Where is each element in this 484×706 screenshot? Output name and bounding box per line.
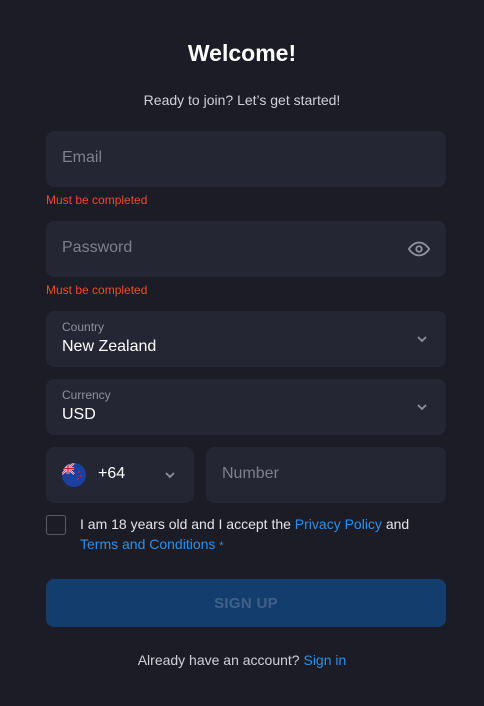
- currency-value: USD: [62, 406, 96, 423]
- terms-and-conditions-link[interactable]: Terms and Conditions: [80, 536, 215, 552]
- terms-checkbox[interactable]: [46, 515, 66, 535]
- email-error: Must be completed: [46, 193, 148, 207]
- chevron-down-icon: [414, 399, 430, 415]
- terms-text-before: I am 18 years old and I accept the: [80, 516, 295, 532]
- password-error: Must be completed: [46, 283, 148, 297]
- phone-code-value: +64: [98, 465, 126, 482]
- page-subtitle: Ready to join? Let’s get started!: [143, 92, 341, 108]
- email-placeholder: Email: [62, 149, 103, 166]
- page-title: Welcome!: [187, 40, 297, 66]
- signin-prompt: Already have an account?: [137, 652, 300, 668]
- password-placeholder: Password: [62, 239, 133, 256]
- phone-number-field[interactable]: Number: [206, 447, 446, 503]
- chevron-down-icon: [414, 331, 430, 347]
- signin-row: Already have an account? Sign in: [0, 652, 484, 668]
- required-mark: *: [219, 540, 224, 552]
- new-zealand-flag-icon: [62, 463, 86, 487]
- chevron-down-icon: [162, 467, 178, 483]
- sign-up-button[interactable]: SIGN UP: [46, 579, 446, 627]
- terms-text: I am 18 years old and I accept the Priva…: [80, 514, 430, 556]
- country-select[interactable]: Country New Zealand: [46, 311, 446, 367]
- country-label: Country: [62, 320, 105, 334]
- sign-in-link[interactable]: Sign in: [303, 652, 346, 668]
- eye-icon[interactable]: [407, 238, 431, 260]
- currency-label: Currency: [62, 388, 111, 402]
- password-field[interactable]: Password: [46, 221, 446, 277]
- phone-number-placeholder: Number: [222, 465, 279, 482]
- privacy-policy-link[interactable]: Privacy Policy: [295, 516, 382, 532]
- email-field[interactable]: Email: [46, 131, 446, 187]
- terms-text-and: and: [381, 516, 410, 532]
- phone-code-select[interactable]: +64: [46, 447, 194, 503]
- country-value: New Zealand: [62, 338, 157, 355]
- currency-select[interactable]: Currency USD: [46, 379, 446, 435]
